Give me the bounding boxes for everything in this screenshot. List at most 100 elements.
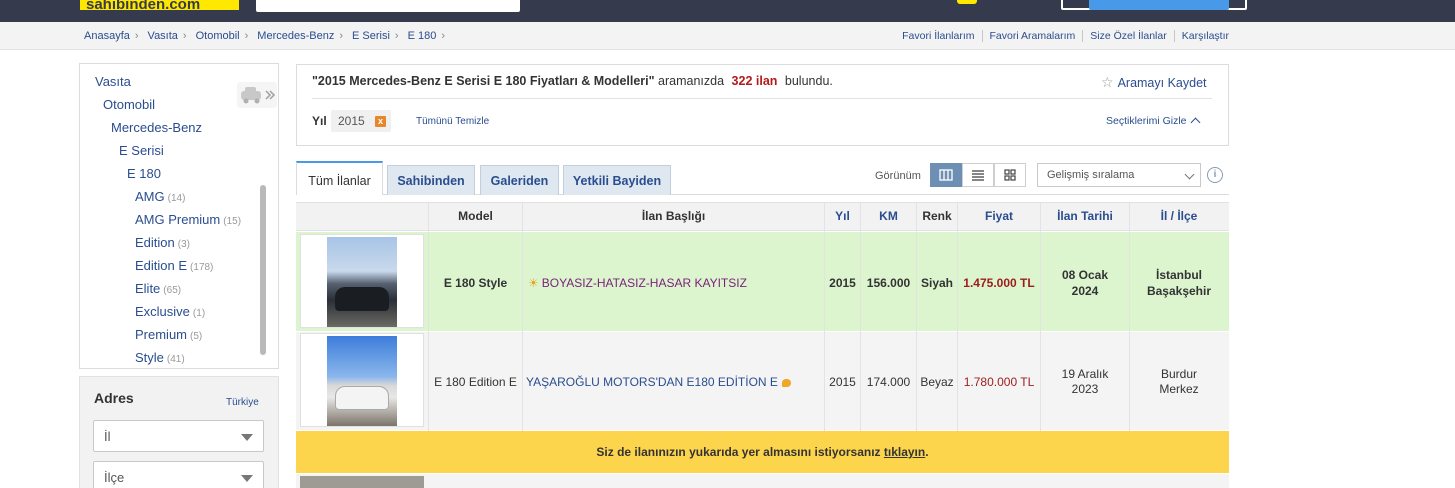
sort-select[interactable]: Gelişmiş sıralama: [1037, 163, 1201, 187]
breadcrumb-model[interactable]: E 180: [408, 30, 437, 42]
clear-all-link[interactable]: Tümünü Temizle: [416, 116, 489, 127]
chevron-right-icon: ›: [441, 30, 446, 42]
filter-label-year: Yıl: [312, 114, 327, 128]
breadcrumb-vasita[interactable]: Vasıta: [148, 30, 178, 42]
listing-photo[interactable]: [300, 476, 424, 488]
chevron-right-icon: ›: [339, 30, 344, 42]
listing-price: 1.475.000 TL: [963, 276, 1035, 290]
listing-district: Merkez: [1159, 382, 1199, 396]
breadcrumb-series[interactable]: E Serisi: [352, 30, 390, 42]
tab-from-owner[interactable]: Sahibinden: [387, 165, 475, 195]
info-icon[interactable]: i: [1207, 167, 1223, 183]
column-divider: [916, 202, 917, 432]
close-icon[interactable]: x: [375, 116, 386, 127]
chevron-right-icon: ›: [394, 30, 399, 42]
category-subitem[interactable]: Exclusive (1): [135, 304, 205, 319]
promote-listing-banner: Siz de ilanınızın yukarıda yer almasını …: [296, 431, 1229, 473]
star-icon: ☆: [1101, 74, 1114, 90]
chevron-right-icon: ›: [182, 30, 187, 42]
listing-title-link[interactable]: YAŞAROĞLU MOTORS'DAN E180 EDİTİON E: [526, 375, 791, 389]
category-series[interactable]: E Serisi: [119, 143, 164, 158]
tab-from-gallery[interactable]: Galeriden: [480, 165, 559, 195]
chevron-down-icon: [241, 475, 253, 482]
filter-chip-year: 2015 x: [331, 110, 391, 132]
personalized-listings-link[interactable]: Size Özel İlanlar: [1082, 30, 1173, 42]
column-header-model: Model: [458, 209, 493, 223]
category-subitem[interactable]: Style (41): [135, 350, 185, 365]
column-divider: [824, 202, 825, 432]
chevron-down-icon: [1184, 169, 1195, 180]
column-header-title: İlan Başlığı: [641, 209, 706, 223]
listing-date-year: 2024: [1071, 284, 1099, 298]
search-input[interactable]: [256, 0, 520, 12]
country-link[interactable]: Türkiye: [226, 397, 259, 408]
site-logo[interactable]: sahibinden.com: [80, 0, 239, 10]
column-divider: [957, 202, 958, 432]
top-header: sahibinden.com: [0, 0, 1455, 22]
category-vasita[interactable]: Vasıta: [95, 74, 131, 89]
car-photo: [327, 237, 397, 327]
listing-year: 2015: [829, 375, 856, 389]
view-list-button[interactable]: [962, 163, 994, 187]
hide-selected-toggle[interactable]: Seçtiklerimi Gizle: [1106, 115, 1201, 128]
listing-photo[interactable]: [300, 333, 424, 427]
tab-all-listings[interactable]: Tüm İlanlar: [296, 161, 383, 195]
column-header-date[interactable]: İlan Tarihi: [1041, 209, 1129, 223]
category-subitem[interactable]: AMG Premium (15): [135, 212, 241, 227]
view-grid-button[interactable]: [994, 163, 1026, 187]
column-divider: [1129, 202, 1130, 432]
breadcrumb-bar: Anasayfa › Vasıta › Otomobil › Mercedes-Ben…: [0, 22, 1455, 50]
category-subitem[interactable]: Edition E (178): [135, 258, 213, 273]
column-divider: [1040, 202, 1041, 432]
car-compare-icon[interactable]: [237, 82, 277, 108]
chevron-right-icon: ›: [244, 30, 249, 42]
notification-icon[interactable]: [957, 0, 977, 4]
column-header-year[interactable]: Yıl: [825, 209, 860, 223]
category-subitem[interactable]: AMG (14): [135, 189, 185, 204]
breadcrumb-otomobil[interactable]: Otomobil: [196, 30, 240, 42]
district-select[interactable]: İlçe: [93, 461, 264, 488]
category-subitem[interactable]: Premium (5): [135, 327, 202, 342]
city-select[interactable]: İl: [93, 420, 264, 452]
save-search-button[interactable]: ☆ Aramayı Kaydet: [1101, 74, 1207, 91]
view-label: Görünüm: [875, 170, 921, 182]
table-row[interactable]: [296, 474, 1229, 488]
column-header-km[interactable]: KM: [861, 209, 916, 223]
category-otomobil[interactable]: Otomobil: [103, 97, 155, 112]
tab-from-dealer[interactable]: Yetkili Bayiden: [563, 165, 671, 195]
post-ad-button[interactable]: [1089, 0, 1229, 10]
listing-city: Burdur: [1160, 367, 1198, 381]
listing-price: 1.780.000 TL: [963, 375, 1035, 389]
divider: [312, 98, 1212, 99]
list-view-icon: [972, 170, 984, 181]
category-scrollbar[interactable]: [260, 185, 266, 355]
view-table-button[interactable]: [930, 163, 962, 187]
result-summary: "2015 Mercedes-Benz E Serisi E 180 Fiyat…: [312, 74, 833, 88]
favorite-searches-link[interactable]: Favori Aramalarım: [981, 30, 1083, 42]
chevron-down-icon: [241, 434, 253, 441]
listing-title-link[interactable]: ☀ BOYASIZ-HATASIZ-HASAR KAYITSIZ: [528, 276, 747, 290]
listing-city: İstanbul: [1155, 268, 1202, 282]
category-clip: Style (41): [80, 348, 278, 368]
listing-photo[interactable]: [300, 234, 424, 328]
breadcrumb-brand[interactable]: Mercedes-Benz: [257, 30, 334, 42]
promote-link[interactable]: tıklayın: [884, 445, 925, 459]
category-brand[interactable]: Mercedes-Benz: [111, 120, 202, 135]
category-model[interactable]: E 180: [127, 166, 161, 181]
column-header-price[interactable]: Fiyat: [958, 209, 1040, 223]
message-bubble-icon: [781, 378, 791, 387]
column-header-location[interactable]: İl / İlçe: [1130, 209, 1228, 223]
listing-model: E 180 Edition E: [434, 375, 517, 389]
column-divider: [522, 202, 523, 432]
chevron-right-icon: ›: [134, 30, 139, 42]
category-subitem[interactable]: Elite (65): [135, 281, 181, 296]
column-divider: [428, 202, 429, 432]
category-subitem[interactable]: Edition (3): [135, 235, 190, 250]
favorite-listings-link[interactable]: Favori İlanlarım: [895, 30, 981, 42]
table-view-icon: [939, 169, 953, 181]
listing-color: Siyah: [920, 276, 953, 290]
breadcrumb-home[interactable]: Anasayfa: [84, 30, 130, 42]
compare-link[interactable]: Karşılaştır: [1173, 30, 1229, 42]
listing-date-year: 2023: [1071, 382, 1099, 396]
listing-km: 174.000: [866, 375, 911, 389]
